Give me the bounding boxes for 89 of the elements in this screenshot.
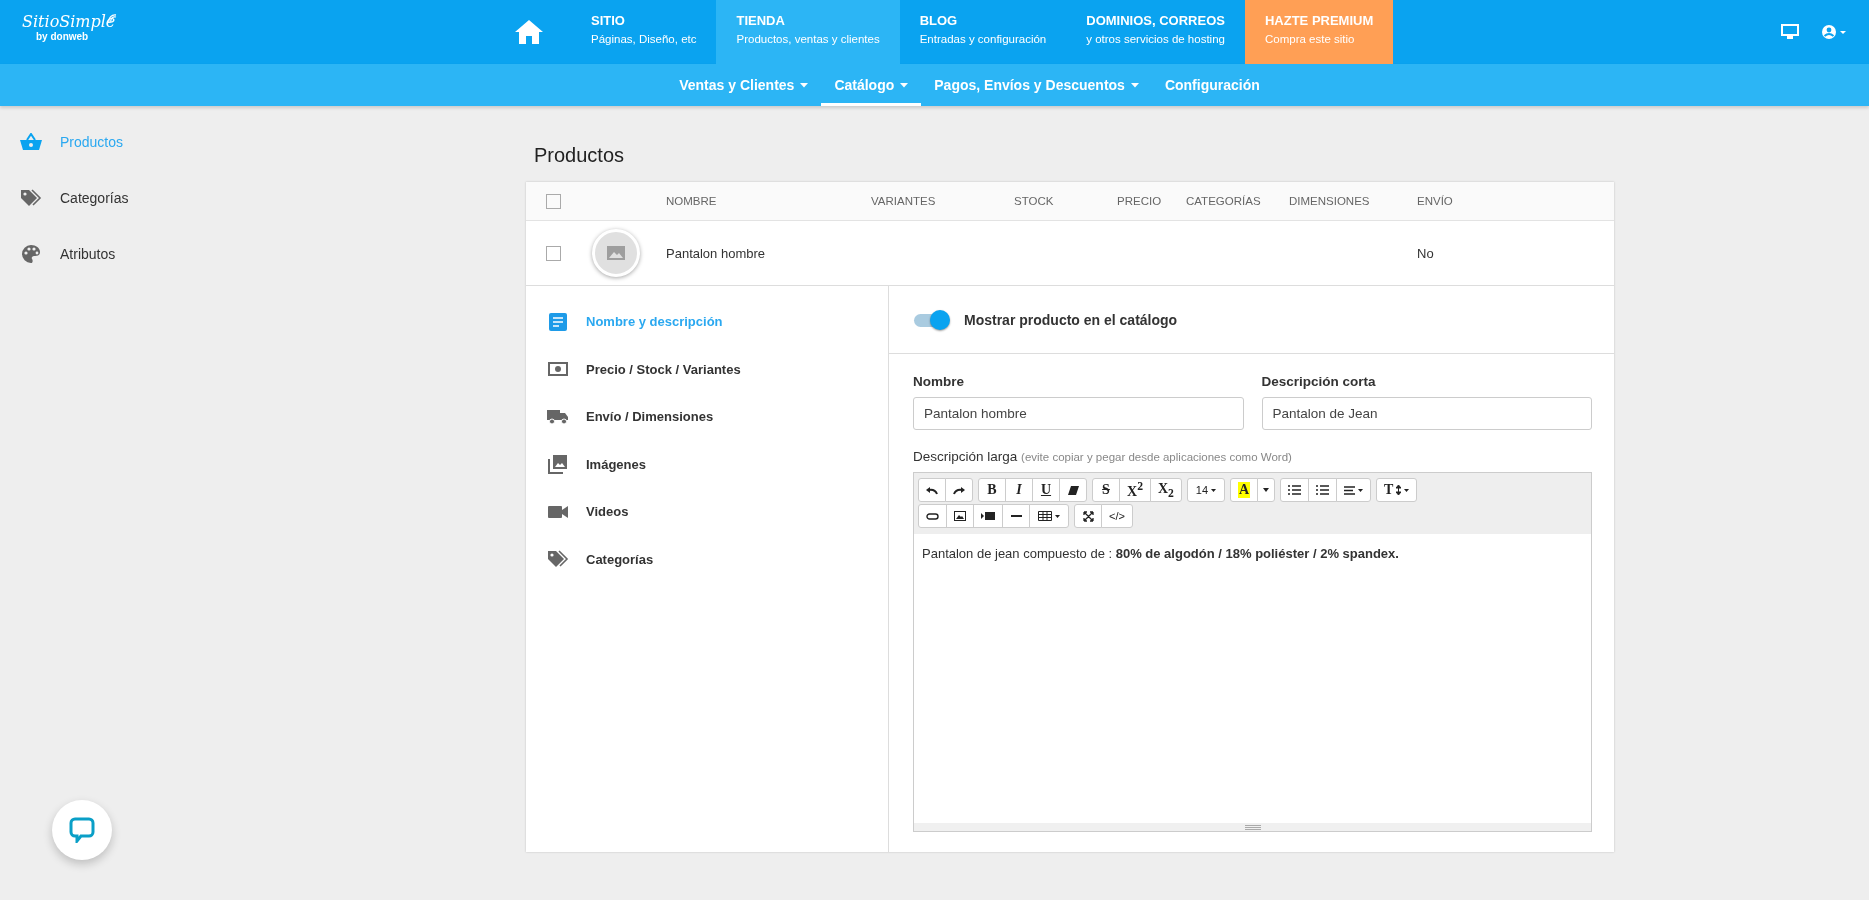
tags-icon xyxy=(20,189,42,207)
hr-button[interactable] xyxy=(1002,504,1030,528)
table-button[interactable] xyxy=(1029,504,1069,528)
sup-button[interactable]: X$^{2}$ xyxy=(1119,478,1151,502)
visibility-toggle[interactable] xyxy=(914,309,950,330)
table-cell: No xyxy=(1417,245,1434,261)
description-text[interactable]: Pantalon de jean compuesto de : 80% de algodón / 18% poliéster / 2% spandex. xyxy=(922,546,1399,561)
caret-icon xyxy=(1358,488,1364,492)
banknote-icon xyxy=(547,362,569,377)
bold-button[interactable]: B xyxy=(978,478,1006,502)
line-height-icon xyxy=(1396,485,1402,495)
field-label: Descripción corta xyxy=(1261,374,1376,389)
fullscreen-icon xyxy=(1082,510,1094,522)
code-button[interactable]: </> xyxy=(1101,504,1133,528)
truck-icon xyxy=(547,408,569,425)
page-title: Productos xyxy=(534,144,626,167)
fullscreen-button[interactable] xyxy=(1074,504,1102,528)
column-header[interactable]: PRECIO xyxy=(1117,195,1162,207)
color-button[interactable]: A xyxy=(1229,478,1259,502)
size-button[interactable]: 14 xyxy=(1186,478,1225,502)
link-button[interactable] xyxy=(918,504,947,528)
strike-button[interactable]: S xyxy=(1092,478,1120,502)
product-thumbnail xyxy=(592,229,640,277)
image-button[interactable] xyxy=(946,504,974,528)
image-icon xyxy=(954,511,966,521)
ul-button[interactable] xyxy=(1280,478,1310,502)
editor-tab[interactable]: Precio / Stock / Variantes xyxy=(526,345,888,393)
video-camera-icon xyxy=(547,504,569,519)
row-checkbox[interactable] xyxy=(546,245,561,261)
brand-byline: by donweb xyxy=(36,31,89,42)
home-icon[interactable] xyxy=(514,19,544,45)
italic-button[interactable]: I xyxy=(1005,478,1033,502)
underline-button[interactable]: U xyxy=(1032,478,1060,502)
link-icon xyxy=(926,512,939,520)
bullet-list-icon xyxy=(1288,485,1302,495)
editor-tab[interactable]: Imágenes xyxy=(526,440,888,488)
caret-icon xyxy=(1055,514,1060,518)
column-header[interactable]: STOCK xyxy=(1014,195,1054,207)
column-header[interactable]: VARIANTES xyxy=(871,195,936,207)
chat-icon xyxy=(69,817,95,843)
text-field[interactable]: Pantalon hombre xyxy=(913,397,1244,430)
height-button[interactable]: T xyxy=(1376,478,1418,502)
column-header[interactable]: NOMBRE xyxy=(666,195,717,207)
numbered-list-icon xyxy=(1316,485,1330,495)
caret-icon xyxy=(1263,488,1270,492)
user-menu-icon[interactable] xyxy=(1821,24,1847,40)
palette-icon xyxy=(20,244,42,264)
eraser-icon xyxy=(1067,485,1079,495)
video-button[interactable] xyxy=(973,504,1003,528)
tags-icon xyxy=(547,550,569,569)
editor-tab[interactable]: Envío / Dimensiones xyxy=(526,393,888,441)
editor-tab[interactable]: Categorías xyxy=(526,535,888,583)
column-header[interactable]: ENVÍO xyxy=(1417,195,1453,207)
caret-icon xyxy=(1404,488,1410,492)
caret-icon xyxy=(900,82,909,88)
resize-handle-icon[interactable] xyxy=(1244,824,1261,830)
undo-icon xyxy=(926,485,938,495)
sidebar-item[interactable]: Categorías xyxy=(0,170,526,226)
chat-button[interactable] xyxy=(52,800,112,860)
caret-button[interactable] xyxy=(1257,478,1276,502)
select-all-checkbox[interactable] xyxy=(546,193,561,209)
caret-icon xyxy=(1130,82,1139,88)
eraser-button[interactable] xyxy=(1059,478,1087,502)
images-icon xyxy=(547,454,569,475)
horizontal-rule-icon xyxy=(1010,515,1022,517)
toggle-label: Mostrar producto en el catálogo xyxy=(964,311,1178,328)
table-icon xyxy=(1038,511,1052,521)
column-header[interactable]: CATEGORÍAS xyxy=(1186,195,1261,207)
caret-icon xyxy=(1211,488,1217,492)
undo-button[interactable] xyxy=(918,478,946,502)
text-field[interactable]: Pantalon de Jean xyxy=(1261,397,1592,430)
basket-icon xyxy=(20,133,42,151)
column-header[interactable]: DIMENSIONES xyxy=(1289,195,1370,207)
document-icon xyxy=(547,312,569,331)
sidebar-item[interactable]: Atributos xyxy=(0,226,526,282)
redo-button[interactable] xyxy=(945,478,973,502)
editor-tab[interactable]: Videos xyxy=(526,488,888,536)
monitor-icon[interactable] xyxy=(1781,24,1799,40)
field-label: Nombre xyxy=(913,374,964,389)
redo-icon xyxy=(953,485,965,495)
align-icon xyxy=(1344,485,1356,495)
field-label: Descripción larga xyxy=(913,449,1018,464)
table-cell: Pantalon hombre xyxy=(666,245,765,261)
ol-button[interactable] xyxy=(1308,478,1338,502)
video-icon xyxy=(981,512,995,520)
sub-button[interactable]: X$_{2}$ xyxy=(1149,478,1182,502)
caret-icon xyxy=(800,82,809,88)
align-button[interactable] xyxy=(1336,478,1372,502)
field-hint: (evite copiar y pegar desde aplicaciones como Word) xyxy=(1021,451,1292,463)
